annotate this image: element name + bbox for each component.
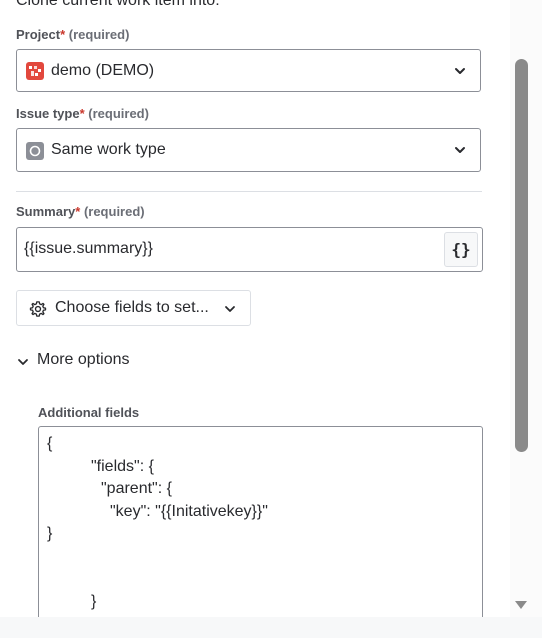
choose-fields-button[interactable]: Choose fields to set...	[16, 290, 251, 326]
additional-fields-editor[interactable]: { "fields": { "parent": { "key": "{{Init…	[38, 426, 483, 617]
smart-value-button[interactable]: {}	[444, 232, 478, 267]
summary-input[interactable]: {{issue.summary}} {}	[16, 227, 483, 272]
divider	[16, 191, 482, 192]
issue-type-label-text: Issue type	[16, 106, 80, 121]
required-star: *	[60, 27, 66, 42]
work-type-icon	[26, 142, 44, 160]
summary-label: Summary* (required)	[16, 204, 145, 219]
additional-fields-label: Additional fields	[38, 405, 140, 420]
summary-value: {{issue.summary}}	[24, 240, 153, 257]
summary-label-text: Summary	[16, 204, 76, 219]
required-star: *	[79, 106, 85, 121]
chevron-down-icon	[225, 306, 235, 312]
project-select[interactable]: demo (DEMO)	[16, 49, 481, 92]
scroll-down-arrow-icon[interactable]	[514, 600, 528, 610]
choose-fields-label: Choose fields to set...	[55, 299, 209, 316]
code-line: "parent": {	[101, 480, 172, 497]
project-avatar-icon	[26, 62, 44, 80]
project-value: demo (DEMO)	[51, 62, 155, 79]
project-label-text: Project	[16, 27, 61, 42]
chevron-down-icon	[455, 147, 465, 153]
intro-text: Clone current work item into:	[16, 0, 220, 9]
required-text: (required)	[88, 106, 149, 121]
required-text: (required)	[68, 27, 130, 42]
chevron-down-icon	[455, 68, 465, 74]
issue-type-value: Same work type	[51, 141, 166, 158]
required-text: (required)	[83, 204, 145, 219]
code-line: {	[47, 435, 53, 452]
code-line: }	[47, 525, 53, 542]
issue-type-select[interactable]: Same work type	[16, 128, 481, 172]
clone-action-panel: Clone current work item into: Project* (…	[0, 0, 510, 617]
issue-type-label: Issue type* (required)	[16, 106, 149, 121]
more-options-label: More options	[37, 351, 130, 368]
scrollbar-thumb[interactable]	[515, 59, 528, 452]
code-line: "fields": {	[91, 458, 154, 475]
gear-icon	[29, 301, 47, 317]
code-line: "key": "{{Initativekey}}"	[110, 503, 268, 520]
code-line: }	[91, 593, 97, 610]
project-label: Project* (required)	[16, 27, 129, 42]
chevron-down-icon	[18, 359, 28, 365]
required-star: *	[75, 204, 81, 219]
